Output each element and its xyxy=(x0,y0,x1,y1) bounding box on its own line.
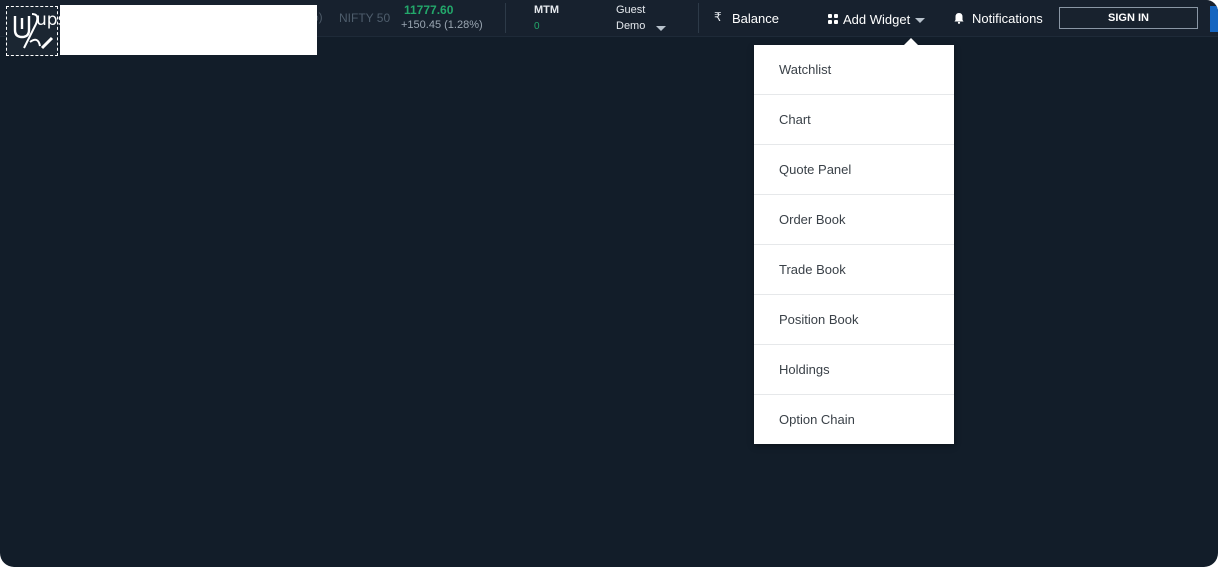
dropdown-pointer xyxy=(904,38,918,45)
app-window: ups %) NIFTY 50 11777.60 +150.45 (1.28%)… xyxy=(0,0,1218,567)
mtm-value: 0 xyxy=(534,21,540,32)
index-change: +150.45 (1.28%) xyxy=(401,19,483,31)
balance-label: Balance xyxy=(732,11,779,26)
chevron-down-icon xyxy=(656,26,666,31)
menu-item-watchlist[interactable]: Watchlist xyxy=(754,45,954,95)
menu-item-position-book[interactable]: Position Book xyxy=(754,295,954,345)
add-widget-menu: Watchlist Chart Quote Panel Order Book T… xyxy=(754,45,954,444)
edge-accent xyxy=(1210,6,1218,32)
divider xyxy=(505,3,506,33)
sign-in-button[interactable]: SIGN IN xyxy=(1059,7,1198,29)
brand-logo-text: ups xyxy=(36,10,67,30)
notifications-label: Notifications xyxy=(972,11,1043,26)
account-type: Demo xyxy=(616,20,646,32)
menu-item-holdings[interactable]: Holdings xyxy=(754,345,954,395)
menu-item-quote-panel[interactable]: Quote Panel xyxy=(754,145,954,195)
grid-icon xyxy=(828,14,838,24)
add-widget-button[interactable]: Add Widget xyxy=(828,8,926,30)
bell-icon xyxy=(954,13,964,24)
index-name[interactable]: NIFTY 50 xyxy=(339,11,390,25)
menu-item-trade-book[interactable]: Trade Book xyxy=(754,245,954,295)
top-navigation-bar: ups %) NIFTY 50 11777.60 +150.45 (1.28%)… xyxy=(0,0,1218,56)
index-value: 11777.60 xyxy=(404,3,454,17)
chevron-down-icon xyxy=(915,17,926,23)
menu-item-chart[interactable]: Chart xyxy=(754,95,954,145)
divider xyxy=(698,3,699,33)
redacted-area xyxy=(60,5,317,55)
menu-item-order-book[interactable]: Order Book xyxy=(754,195,954,245)
account-name: Guest xyxy=(616,4,646,16)
mtm-label: MTM xyxy=(534,4,560,16)
menu-item-option-chain[interactable]: Option Chain xyxy=(754,395,954,444)
rupee-icon: ₹ xyxy=(714,10,722,24)
add-widget-label: Add Widget xyxy=(843,11,911,27)
